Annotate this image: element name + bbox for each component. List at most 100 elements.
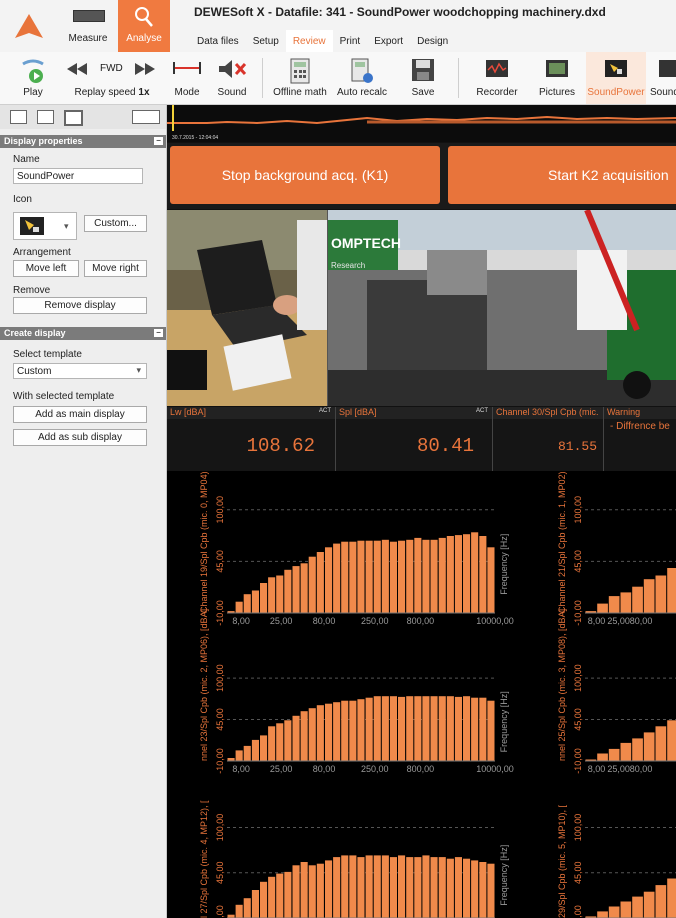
chart-x-tick-label: 25,00 — [607, 764, 630, 774]
menu-data-files[interactable]: Data files — [190, 30, 246, 52]
menu-design[interactable]: Design — [410, 30, 455, 52]
pictures-button[interactable]: Pictures — [530, 52, 584, 104]
overview-cursor[interactable] — [172, 105, 174, 131]
chart-y-axis-label: nnel 23/Spl Cpb (mic. 2, MP06), [dBA] — [199, 609, 209, 761]
spl-header-text: Spl [dBA] — [339, 407, 377, 417]
chart-y-tick-label: 45,00 — [573, 861, 583, 884]
chart-bar — [597, 753, 608, 761]
chart-bar — [438, 696, 446, 761]
remove-display-button[interactable]: Remove display — [13, 297, 147, 314]
properties-view-icon[interactable] — [37, 110, 54, 124]
chart-y-axis-label: nnel 25/Spl Cpb (mic. 3, MP08), [dBA] — [557, 609, 567, 761]
offline-math-label: Offline math — [273, 87, 327, 98]
display-properties-header[interactable]: Display properties − — [0, 135, 166, 148]
add-as-sub-display-button[interactable]: Add as sub display — [13, 429, 147, 446]
design-icon[interactable] — [132, 110, 160, 124]
list-view-icon[interactable] — [10, 110, 27, 124]
chart-bar — [406, 857, 414, 918]
menu-print[interactable]: Print — [333, 30, 368, 52]
data-overview-bar[interactable]: 30.7.2015 - 12:04:04 — [167, 105, 676, 142]
offline-math-button[interactable]: Offline math — [268, 52, 332, 104]
replay-speed-label[interactable]: Replay speed 1x — [62, 87, 162, 98]
chart-bar — [422, 696, 430, 761]
rewind-icon[interactable] — [66, 62, 88, 76]
chart-bar — [316, 552, 324, 613]
chart-bar — [471, 532, 479, 613]
chart-bar — [235, 904, 243, 918]
chart-bar — [251, 590, 259, 613]
mode-label: Mode — [174, 87, 200, 98]
mute-icon — [219, 60, 247, 78]
collapse-icon[interactable]: − — [154, 329, 163, 337]
chart-bar — [260, 881, 268, 918]
chart-x-axis-label: Frequency [Hz] — [499, 845, 509, 906]
recorder-button[interactable]: Recorder — [466, 52, 528, 104]
chart-bar — [300, 711, 308, 761]
chart-x-tick-label: 10000,00 — [476, 616, 514, 626]
chart-x-tick-label: 250,00 — [361, 764, 389, 774]
soundpower-label: SoundPower — [587, 87, 645, 98]
menu-setup[interactable]: Setup — [246, 30, 286, 52]
chart-bar — [316, 863, 324, 918]
chart-bar — [349, 700, 357, 761]
chart-bar — [632, 738, 643, 761]
panel-view-switcher — [0, 105, 166, 129]
chart-bar — [251, 739, 259, 761]
chart-bar — [268, 726, 276, 761]
menu-review[interactable]: Review — [285, 30, 333, 52]
sound-display-button[interactable]: Sound — [648, 52, 676, 104]
chart-bar — [406, 539, 414, 613]
menu-export[interactable]: Export — [367, 30, 410, 52]
stop-background-acquisition-button[interactable]: Stop background acq. (K1) — [170, 146, 440, 204]
icon-label: Icon — [13, 194, 32, 205]
chart-bar — [300, 862, 308, 918]
add-as-main-display-button[interactable]: Add as main display — [13, 406, 147, 423]
chart-bar — [235, 601, 243, 613]
spl-act-badge: ACT — [476, 408, 488, 414]
sound-button[interactable]: Sound — [210, 52, 254, 104]
replay-speed-text: Replay speed — [74, 87, 136, 98]
chart-bar — [479, 697, 487, 761]
save-button[interactable]: Save — [400, 52, 446, 104]
chart-bar — [597, 911, 608, 918]
move-right-button[interactable]: Move right — [84, 260, 147, 277]
create-display-header[interactable]: Create display − — [0, 327, 166, 340]
cpb-charts: Channel 19/Spl Cpb (mic. 0, MP04), [dBA]… — [199, 444, 676, 918]
soundpower-display-button[interactable]: SoundPower — [586, 52, 646, 104]
chart-y-tick-label: -10,00 — [215, 600, 225, 626]
chart-bar — [284, 720, 292, 761]
collapse-icon[interactable]: − — [154, 137, 163, 145]
chart-x-tick-label: 25,00 — [270, 764, 293, 774]
chart-bar — [373, 855, 381, 918]
chart-bar — [667, 878, 676, 918]
chart-bar — [333, 857, 341, 918]
chart-bar — [357, 857, 365, 918]
chart-bar — [325, 703, 333, 761]
display-view-icon[interactable] — [64, 110, 83, 126]
play-button[interactable]: Play — [10, 52, 56, 104]
analyse-mode-button[interactable]: Analyse — [118, 0, 170, 52]
warning-header: Warning — [604, 407, 676, 419]
mode-button[interactable]: Mode — [168, 52, 206, 104]
chart-bar — [300, 563, 308, 613]
icon-picker[interactable]: ▾ — [13, 212, 77, 240]
name-field[interactable]: SoundPower — [13, 168, 143, 184]
chart-y-tick-label: -10,00 — [215, 748, 225, 774]
chart-x-tick-label: 10000,00 — [476, 764, 514, 774]
chart-bar — [349, 855, 357, 918]
auto-recalc-button[interactable]: Auto recalc — [334, 52, 390, 104]
chart-x-axis-label: Frequency [Hz] — [499, 691, 509, 752]
move-left-button[interactable]: Move left — [13, 260, 79, 277]
fast-forward-icon[interactable] — [134, 62, 156, 76]
toolbar-separator — [262, 58, 263, 98]
overview-timestamp: 30.7.2015 - 12:04:04 — [172, 135, 219, 141]
chart-bar — [341, 700, 349, 761]
chart-bar — [643, 891, 655, 918]
floppy-disk-icon — [412, 59, 434, 81]
warning-text: - Diffrence be — [610, 421, 670, 432]
custom-icon-button[interactable]: Custom... — [84, 215, 147, 232]
sound-display-icon — [659, 60, 676, 77]
start-k2-acquisition-button[interactable]: Start K2 acquisition — [448, 146, 676, 204]
template-select[interactable]: Custom ▾ — [13, 363, 147, 379]
measure-mode-button[interactable]: Measure — [58, 0, 118, 52]
